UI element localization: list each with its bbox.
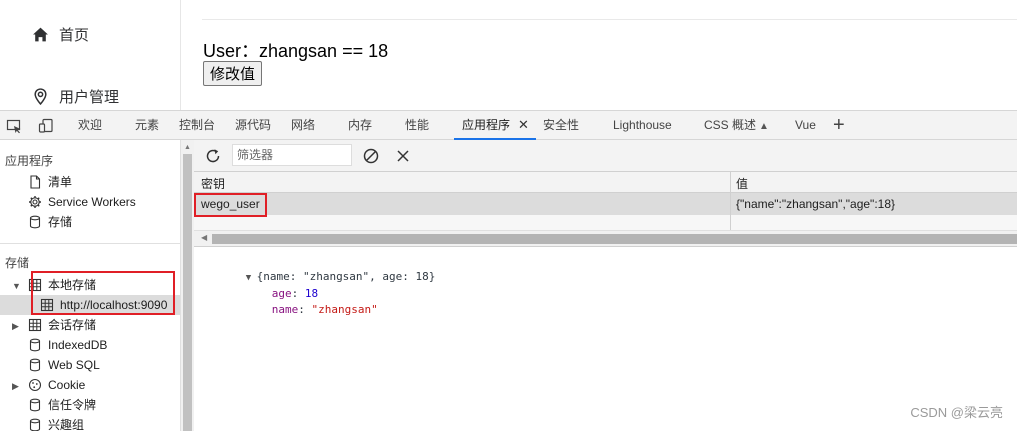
preview-property-row: name: "zhangsan" [271,303,378,316]
refresh-icon[interactable] [204,147,222,165]
sidebar-item-local-storage-label: 本地存储 [48,278,97,292]
tab-application[interactable]: 应用程序 [453,111,537,140]
tab-elements[interactable]: 元素 [135,111,159,139]
sidebar-item-cookie-label: Cookie [48,378,86,392]
tab-sources[interactable]: 源代码 [235,111,271,139]
sidebar-item-localhost-label: http://localhost:9090 [60,298,168,312]
sidebar-item-interest-groups[interactable]: 兴趣组 [28,415,84,431]
database-icon [29,418,41,431]
sidebar-item-local-storage[interactable]: 本地存储 [28,275,96,295]
tab-vue[interactable]: Vue [795,111,816,139]
inspect-element-icon[interactable] [6,118,22,134]
nav-item-user-management[interactable]: 用户管理 [32,86,119,107]
nav-item-home[interactable]: 首页 [32,24,89,45]
sidebar-item-service-workers[interactable]: Service Workers [28,192,136,212]
preview-property-value: "zhangsan" [311,303,378,316]
sidebar-item-interest-groups-label: 兴趣组 [48,418,85,431]
content-divider [202,19,1017,20]
tab-welcome[interactable]: 欢迎 [78,111,102,139]
database-icon [29,338,41,352]
device-toolbar-icon[interactable] [38,118,54,134]
sidebar-item-cookie[interactable]: Cookie [28,375,85,395]
tab-network[interactable]: 网络 [291,111,315,139]
sidebar-item-indexeddb[interactable]: IndexedDB [28,335,107,355]
location-icon [34,88,47,105]
gear-icon [29,196,41,208]
home-icon [33,27,48,42]
tab-memory[interactable]: 内存 [348,111,372,139]
collapsed-arrow-icon[interactable]: ▶ [12,381,19,392]
column-header-value[interactable]: 值 [736,175,748,192]
tab-close-icon[interactable]: ✕ [518,111,529,139]
table-icon [28,278,42,292]
expanded-arrow-icon[interactable]: ▼ [12,281,21,291]
column-header-key[interactable]: 密钥 [201,175,225,192]
filter-input[interactable] [232,144,352,166]
table-icon [28,318,42,332]
nav-item-home-label: 首页 [59,27,90,44]
tab-css-overview[interactable]: CSS 概述 ▲ [704,111,769,139]
sidebar-item-manifest[interactable]: 清单 [28,172,72,192]
table-header: 密钥 值 [194,172,1017,193]
table-icon [40,298,54,312]
tab-performance[interactable]: 性能 [405,111,429,139]
table-cell-key[interactable]: wego_user [201,197,260,211]
value-preview: ▼ {name: "zhangsan", age: 18} age: 18 na… [194,247,1017,431]
table-cell-value[interactable]: {"name":"zhangsan","age":18} [736,197,895,211]
tab-security[interactable]: 安全性 [543,111,579,139]
storage-section-title: 存储 [5,256,30,270]
preview-property-key: name [271,303,299,316]
modify-value-button[interactable]: 修改值 [203,61,263,86]
application-section-title: 应用程序 [5,154,54,168]
sidebar-item-indexeddb-label: IndexedDB [48,338,108,352]
sidebar-item-websql-label: Web SQL [48,358,100,372]
sidebar-item-trust-tokens-label: 信任令牌 [48,398,97,412]
sidebar-item-localhost-9090[interactable]: http://localhost:9090 [40,295,167,315]
application-sidebar: 应用程序 清单 Service Workers 存储 存储 ▼ 本地存储 htt… [0,140,180,431]
sidebar-scrollbar-thumb[interactable] [183,154,192,431]
sidebar-item-websql[interactable]: Web SQL [28,355,100,375]
sidebar-item-session-storage[interactable]: 会话存储 [28,315,96,335]
table-empty-row [194,215,1017,230]
horizontal-scrollbar-thumb[interactable] [212,234,1017,244]
devtools-tab-bar: 欢迎 元素 控制台 源代码 网络 内存 性能 应用程序 ✕ 安全性 Lighth… [0,110,1017,140]
sidebar-item-storage[interactable]: 存储 [28,212,72,232]
nav-item-user-management-label: 用户管理 [59,89,120,106]
add-tab-icon[interactable]: + [833,113,845,137]
table-horizontal-scrollbar[interactable]: ◀ [194,230,1017,247]
app-area: 首页 用户管理 User：zhangsan == 18 修改值 [0,0,1017,110]
section-divider [0,243,180,244]
sidebar-item-session-storage-label: 会话存储 [48,318,97,332]
flask-icon: ▲ [759,121,769,132]
sidebar-item-storage-label: 存储 [48,215,73,229]
storage-view: 密钥 值 wego_user {"name":"zhangsan","age":… [194,140,1017,431]
cookie-icon [28,378,42,392]
tab-css-overview-label: CSS 概述 [704,118,757,132]
database-icon [29,358,41,372]
watermark: CSDN @梁云亮 [910,405,1003,420]
scroll-up-arrow-icon[interactable]: ▲ [184,144,191,151]
clear-all-icon[interactable] [362,147,380,165]
sidebar-scrollbar[interactable]: ▲ [180,140,194,431]
column-divider[interactable] [730,172,731,230]
storage-toolbar [194,140,1017,172]
tab-lighthouse[interactable]: Lighthouse [613,111,672,139]
collapsed-arrow-icon[interactable]: ▶ [12,321,19,332]
sidebar-item-service-workers-label: Service Workers [48,195,136,209]
database-icon [29,398,41,412]
sidebar-item-trust-tokens[interactable]: 信任令牌 [28,395,96,415]
file-icon [30,175,41,189]
delete-selected-icon[interactable] [394,147,412,165]
scroll-left-arrow-icon[interactable]: ◀ [201,233,207,242]
user-display: User：zhangsan == 18 [203,41,389,61]
database-icon [29,215,41,229]
table-row[interactable]: wego_user {"name":"zhangsan","age":18} [194,193,1017,215]
tab-console[interactable]: 控制台 [179,111,215,139]
app-sidebar: 首页 用户管理 [0,0,181,110]
sidebar-item-manifest-label: 清单 [48,175,73,189]
